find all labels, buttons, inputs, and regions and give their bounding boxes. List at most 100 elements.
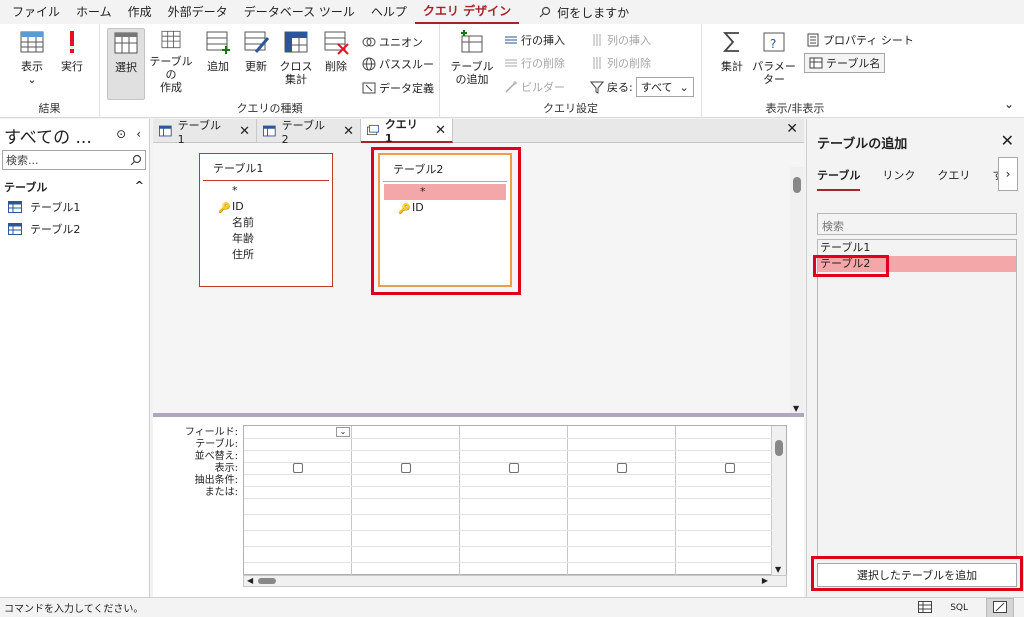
menu-database-tools[interactable]: データベース ツール bbox=[236, 0, 363, 24]
show-checkbox[interactable] bbox=[617, 463, 627, 473]
menu-external-data[interactable]: 外部データ bbox=[160, 0, 236, 24]
table-names-label: テーブル名 bbox=[826, 57, 881, 70]
chevron-up-icon: ^ bbox=[134, 179, 144, 192]
nav-item-table2[interactable]: テーブル2 bbox=[8, 221, 80, 237]
data-definition-button[interactable]: データ定義 bbox=[362, 78, 434, 98]
make-table-icon bbox=[161, 30, 181, 49]
field-item[interactable]: 🔑 ID bbox=[200, 199, 332, 215]
grid-column[interactable] bbox=[352, 426, 460, 576]
exclamation-icon bbox=[70, 31, 74, 53]
table-names-button[interactable]: テーブル名 bbox=[804, 53, 886, 73]
field-dropdown-chevron-down-icon[interactable]: ⌄ bbox=[336, 427, 350, 437]
nav-menu-icon[interactable]: ⊙ bbox=[116, 127, 126, 141]
list-item[interactable]: テーブル1 bbox=[818, 240, 1016, 256]
close-icon[interactable]: ✕ bbox=[239, 124, 250, 139]
search-icon bbox=[539, 6, 551, 18]
datasheet-view-icon[interactable] bbox=[918, 600, 933, 616]
delete-columns-button[interactable]: 列の削除 bbox=[590, 53, 651, 73]
close-icon[interactable]: ✕ bbox=[1001, 131, 1014, 150]
field-item[interactable]: 名前 bbox=[200, 215, 332, 231]
menu-create[interactable]: 作成 bbox=[120, 0, 160, 24]
tell-me-box[interactable]: 何をしますか bbox=[539, 4, 629, 21]
chevron-right-icon[interactable]: › bbox=[998, 157, 1018, 191]
parameters-button[interactable]: ? パラメーター bbox=[748, 28, 800, 94]
field-item[interactable]: * bbox=[200, 183, 332, 199]
nav-item-table1[interactable]: テーブル1 bbox=[8, 199, 80, 215]
nav-search-input[interactable]: 検索... bbox=[2, 150, 146, 170]
passthrough-button[interactable]: パススルー bbox=[362, 54, 434, 74]
group-results-label: 結果 bbox=[38, 102, 61, 115]
scroll-left-icon[interactable]: ◀ bbox=[247, 576, 253, 585]
show-checkbox[interactable] bbox=[509, 463, 519, 473]
show-checkbox[interactable] bbox=[725, 463, 735, 473]
crosstab-label-1: クロス bbox=[279, 60, 313, 73]
close-icon[interactable]: ✕ bbox=[343, 124, 354, 139]
update-query-button[interactable]: 更新 bbox=[236, 28, 276, 94]
field-item[interactable]: 年齢 bbox=[200, 231, 332, 247]
add-pane-tab-tables[interactable]: テーブル bbox=[817, 167, 861, 191]
delete-query-button[interactable]: 削除 bbox=[316, 28, 356, 94]
tab-table2[interactable]: テーブル2 ✕ bbox=[257, 119, 361, 146]
tab-query1[interactable]: クエリ1 ✕ bbox=[361, 117, 453, 145]
vertical-scrollbar[interactable]: ▼ bbox=[790, 167, 804, 415]
show-checkbox[interactable] bbox=[293, 463, 303, 473]
insert-rows-button[interactable]: 行の挿入 bbox=[504, 30, 565, 50]
table-box-table1[interactable]: テーブル1 * 🔑 ID 名前 年齢 住所 bbox=[199, 153, 333, 287]
chevron-left-icon[interactable]: ‹ bbox=[136, 127, 141, 141]
totals-button[interactable]: 集計 bbox=[712, 28, 752, 94]
add-pane-search-input[interactable]: 検索 bbox=[817, 213, 1017, 235]
grid-column[interactable] bbox=[244, 426, 352, 576]
union-button[interactable]: ユニオン bbox=[362, 32, 423, 52]
scroll-down-icon[interactable]: ▼ bbox=[775, 565, 781, 574]
grid-vertical-scrollbar[interactable]: ▼ bbox=[772, 426, 786, 576]
add-table-button[interactable]: テーブル の追加 bbox=[450, 28, 494, 94]
tab-label: クエリ1 bbox=[384, 117, 418, 145]
crosstab-query-button[interactable]: クロス 集計 bbox=[276, 28, 316, 94]
return-select[interactable]: すべて ⌄ bbox=[635, 77, 694, 97]
union-label: ユニオン bbox=[379, 36, 423, 49]
return-control: 戻る: すべて ⌄ bbox=[590, 77, 694, 97]
scroll-right-icon[interactable]: ▶ bbox=[762, 576, 768, 585]
parameters-icon: ? bbox=[763, 32, 785, 52]
add-pane-tab-queries[interactable]: クエリ bbox=[937, 167, 970, 191]
grid-column[interactable] bbox=[676, 426, 772, 576]
run-button[interactable]: 実行 bbox=[52, 28, 92, 94]
tab-table1[interactable]: テーブル1 ✕ bbox=[153, 118, 257, 146]
nav-section-tables[interactable]: テーブル ^ bbox=[4, 179, 144, 195]
grid-column[interactable] bbox=[460, 426, 568, 576]
close-document-icon[interactable]: ✕ bbox=[786, 121, 798, 137]
scroll-thumb[interactable] bbox=[775, 440, 783, 456]
select-query-button[interactable]: 選択 bbox=[107, 28, 145, 100]
grid-horizontal-scrollbar[interactable]: ◀ ▶ bbox=[243, 575, 787, 587]
menu-file[interactable]: ファイル bbox=[4, 0, 68, 24]
insert-rows-icon bbox=[505, 36, 517, 44]
sql-view-button[interactable]: SQL bbox=[950, 603, 968, 613]
add-pane-tab-links[interactable]: リンク bbox=[882, 167, 915, 191]
query-design-grid[interactable]: ⌄ ▼ bbox=[243, 425, 787, 576]
show-checkbox[interactable] bbox=[401, 463, 411, 473]
menu-query-design[interactable]: クエリ デザイン bbox=[414, 0, 520, 24]
append-query-button[interactable]: 追加 bbox=[198, 28, 238, 94]
menu-home[interactable]: ホーム bbox=[68, 0, 120, 24]
menu-help[interactable]: ヘルプ bbox=[363, 0, 415, 24]
grid-column[interactable] bbox=[568, 426, 676, 576]
field-item[interactable]: 住所 bbox=[200, 247, 332, 263]
scroll-down-icon[interactable]: ▼ bbox=[793, 404, 799, 413]
tab-label: テーブル1 bbox=[177, 118, 221, 146]
union-icon bbox=[362, 37, 376, 47]
collapse-ribbon-icon[interactable]: ⌄ bbox=[1004, 97, 1014, 111]
builder-button[interactable]: ビルダー bbox=[504, 77, 565, 97]
filter-icon bbox=[590, 81, 604, 94]
grid-row-label: 表示: bbox=[214, 463, 238, 474]
design-view-icon[interactable] bbox=[986, 597, 1014, 617]
close-icon[interactable]: ✕ bbox=[435, 123, 446, 138]
insert-columns-button[interactable]: 列の挿入 bbox=[590, 30, 651, 50]
scroll-thumb[interactable] bbox=[793, 177, 801, 193]
scroll-thumb[interactable] bbox=[258, 578, 276, 584]
make-table-button[interactable]: テーブルの 作成 bbox=[148, 28, 194, 94]
table-box-title[interactable]: テーブル1 bbox=[203, 154, 329, 181]
nav-title[interactable]: すべての ... bbox=[4, 123, 92, 148]
delete-rows-button[interactable]: 行の削除 bbox=[504, 53, 565, 73]
property-sheet-button[interactable]: プロパティ シート bbox=[806, 30, 914, 50]
view-button[interactable]: 表示 ⌄ bbox=[12, 28, 52, 94]
